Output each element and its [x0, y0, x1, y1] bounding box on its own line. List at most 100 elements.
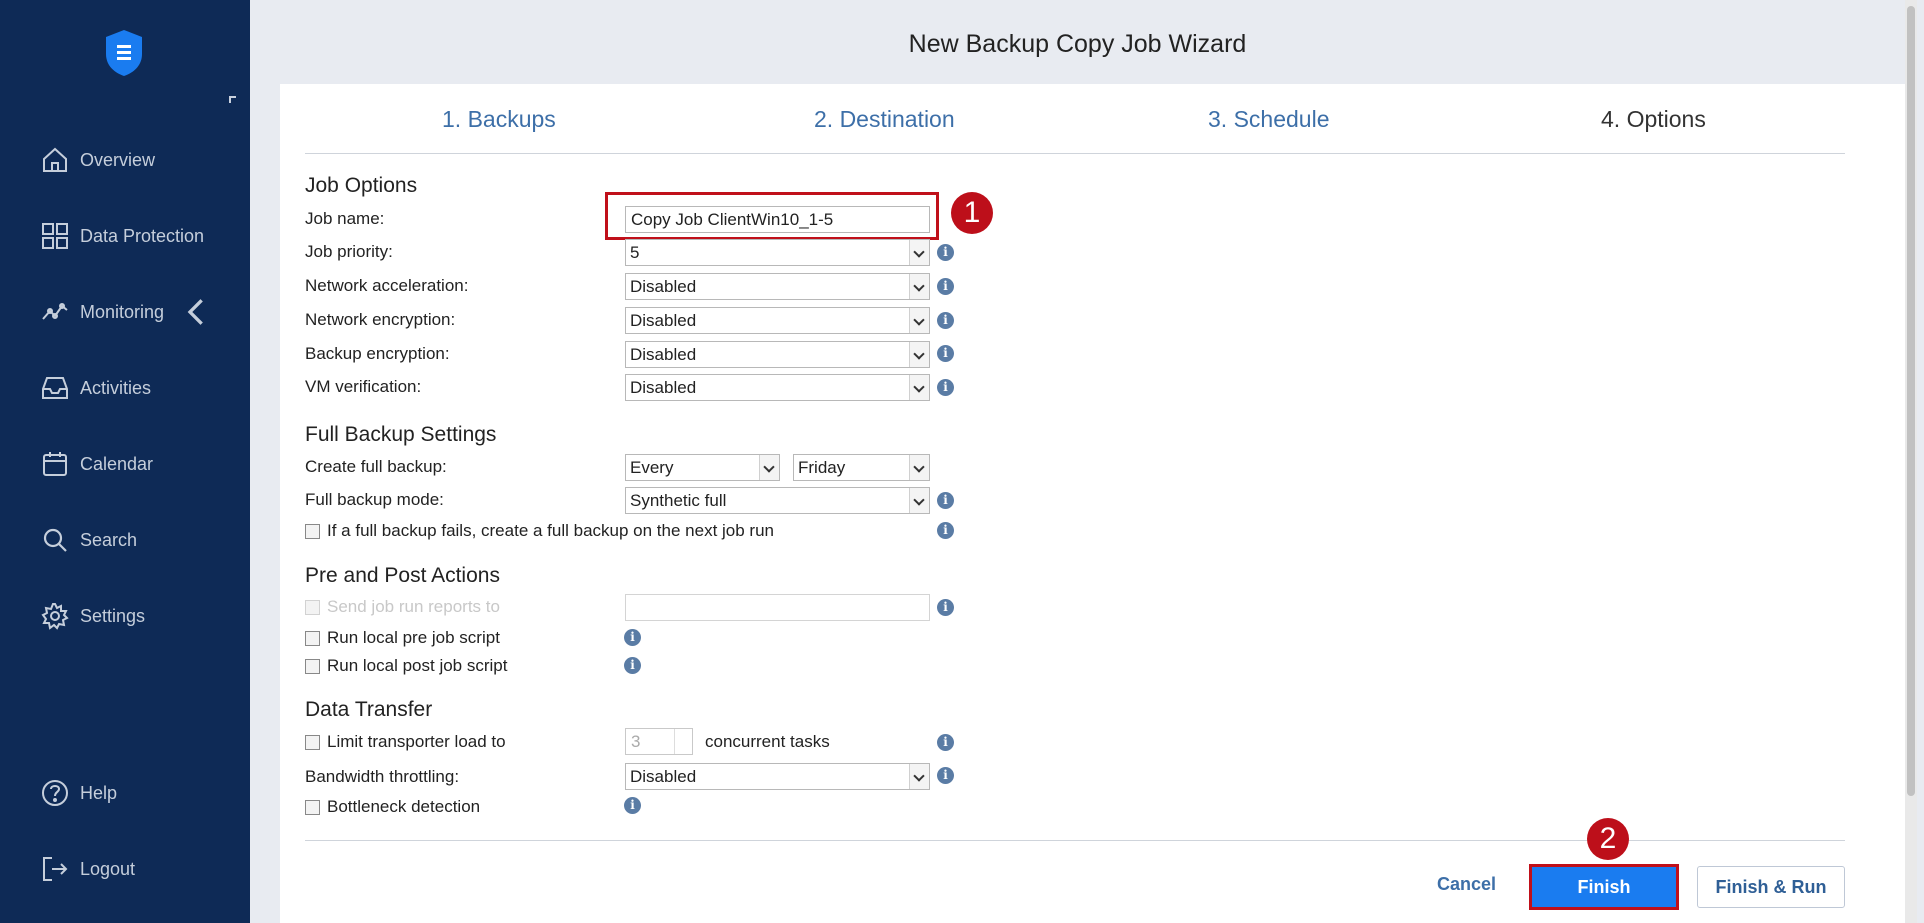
sidebar: Overview Data Protection Monitoring Acti…	[0, 0, 250, 923]
info-icon[interactable]: i	[937, 244, 954, 261]
send-reports-label: Send job run reports to	[327, 597, 500, 616]
finish-button[interactable]: Finish	[1529, 864, 1679, 910]
step-schedule[interactable]: 3. Schedule	[1208, 106, 1329, 133]
info-icon[interactable]: i	[937, 522, 954, 539]
pre-script-checkbox[interactable]	[305, 630, 320, 646]
chevron-down-icon	[909, 342, 929, 367]
bandwidth-throttling-value: Disabled	[630, 767, 697, 786]
info-icon[interactable]: i	[937, 379, 954, 396]
full-backup-mode-select[interactable]: Synthetic full	[625, 487, 930, 514]
limit-load-label: Limit transporter load to	[327, 732, 506, 751]
info-icon[interactable]: i	[937, 492, 954, 509]
backup-encryption-value: Disabled	[630, 345, 697, 364]
info-icon[interactable]: i	[937, 278, 954, 295]
pre-post-heading: Pre and Post Actions	[305, 564, 500, 587]
network-acceleration-value: Disabled	[630, 277, 697, 296]
send-reports-input	[625, 594, 930, 621]
job-priority-value: 5	[630, 243, 640, 262]
job-name-label: Job name:	[305, 209, 385, 228]
sidebar-item-label: Search	[80, 529, 138, 550]
vm-verification-select[interactable]: Disabled	[625, 374, 930, 401]
grid-icon	[42, 223, 68, 249]
info-icon[interactable]: i	[624, 797, 641, 814]
chart-line-icon	[42, 303, 68, 320]
info-icon[interactable]: i	[624, 657, 641, 674]
chevron-down-icon	[909, 274, 929, 299]
post-script-checkbox-row[interactable]: Run local post job script	[305, 656, 507, 676]
sidebar-item-overview[interactable]: Overview	[40, 140, 155, 180]
sidebar-item-settings[interactable]: Settings	[40, 596, 145, 636]
info-icon[interactable]: i	[937, 767, 954, 784]
info-icon[interactable]: i	[937, 734, 954, 751]
full-backup-frequency-select[interactable]: Every	[625, 454, 780, 481]
info-icon[interactable]: i	[624, 629, 641, 646]
full-backup-heading: Full Backup Settings	[305, 423, 497, 446]
network-encryption-value: Disabled	[630, 311, 697, 330]
scrollbar-thumb[interactable]	[1907, 6, 1915, 796]
job-priority-label: Job priority:	[305, 242, 393, 261]
concurrent-tasks-value: 3	[631, 732, 641, 751]
chevron-down-icon	[759, 455, 779, 480]
wizard-steps: 1. Backups 2. Destination 3. Schedule 4.…	[305, 100, 1845, 154]
chevron-down-icon	[909, 764, 929, 789]
backup-encryption-select[interactable]: Disabled	[625, 341, 930, 368]
chevron-down-icon	[909, 488, 929, 513]
chevron-down-icon	[909, 375, 929, 400]
limit-load-checkbox[interactable]	[305, 734, 320, 750]
network-acceleration-select[interactable]: Disabled	[625, 273, 930, 300]
backup-encryption-label: Backup encryption:	[305, 344, 450, 363]
post-script-label: Run local post job script	[327, 656, 508, 675]
calendar-icon	[43, 452, 67, 476]
sidebar-item-data-protection[interactable]: Data Protection	[40, 216, 204, 256]
sidebar-item-label: Monitoring	[80, 301, 165, 322]
full-backup-mode-label: Full backup mode:	[305, 490, 444, 509]
full-backup-mode-value: Synthetic full	[630, 491, 727, 510]
limit-load-checkbox-row[interactable]: Limit transporter load to	[305, 732, 506, 752]
info-icon[interactable]: i	[937, 599, 954, 616]
job-options-heading: Job Options	[305, 174, 418, 197]
bottleneck-checkbox-row[interactable]: Bottleneck detection	[305, 797, 480, 817]
annotation-badge-1: 1	[951, 192, 993, 234]
full-backup-day-value: Friday	[798, 458, 846, 477]
full-backup-fail-checkbox[interactable]	[305, 523, 320, 539]
annotation-badge-2: 2	[1587, 818, 1629, 860]
inbox-icon	[42, 377, 68, 399]
chevron-down-icon	[909, 308, 929, 333]
sidebar-item-help[interactable]: Help	[40, 773, 117, 813]
wizard-panel	[280, 84, 1912, 923]
chevron-down-icon	[909, 455, 929, 480]
gear-icon	[41, 603, 69, 630]
vm-verification-value: Disabled	[630, 378, 697, 397]
shield-logo-icon[interactable]	[103, 28, 145, 78]
step-options[interactable]: 4. Options	[1601, 106, 1706, 133]
full-backup-frequency-value: Every	[630, 458, 674, 477]
finish-and-run-button[interactable]: Finish & Run	[1697, 866, 1845, 908]
bottleneck-checkbox[interactable]	[305, 799, 320, 815]
sidebar-collapse-icon[interactable]	[229, 96, 236, 103]
send-reports-checkbox	[305, 599, 320, 615]
post-script-checkbox[interactable]	[305, 658, 320, 674]
job-priority-select[interactable]: 5	[625, 239, 930, 266]
sidebar-item-monitoring[interactable]: Monitoring	[40, 292, 220, 332]
sidebar-item-label: Activities	[80, 377, 152, 398]
search-icon	[43, 528, 67, 552]
wizard-title: New Backup Copy Job Wizard	[908, 30, 1247, 58]
step-destination[interactable]: 2. Destination	[814, 106, 955, 133]
full-backup-fail-checkbox-row[interactable]: If a full backup fails, create a full ba…	[305, 521, 774, 541]
network-encryption-select[interactable]: Disabled	[625, 307, 930, 334]
help-icon	[42, 780, 68, 806]
sidebar-item-calendar[interactable]: Calendar	[40, 444, 153, 484]
full-backup-day-select[interactable]: Friday	[793, 454, 930, 481]
sidebar-item-activities[interactable]: Activities	[40, 368, 151, 408]
cancel-button[interactable]: Cancel	[1437, 874, 1496, 895]
pre-script-checkbox-row[interactable]: Run local pre job script	[305, 628, 500, 648]
sidebar-item-search[interactable]: Search	[40, 520, 137, 560]
data-transfer-heading: Data Transfer	[305, 698, 433, 721]
job-name-input[interactable]: Copy Job ClientWin10_1-5	[625, 206, 930, 233]
bottleneck-label: Bottleneck detection	[327, 797, 481, 816]
info-icon[interactable]: i	[937, 345, 954, 362]
sidebar-item-logout[interactable]: Logout	[40, 849, 135, 889]
step-backups[interactable]: 1. Backups	[442, 106, 556, 133]
info-icon[interactable]: i	[937, 312, 954, 329]
bandwidth-throttling-select[interactable]: Disabled	[625, 763, 930, 790]
